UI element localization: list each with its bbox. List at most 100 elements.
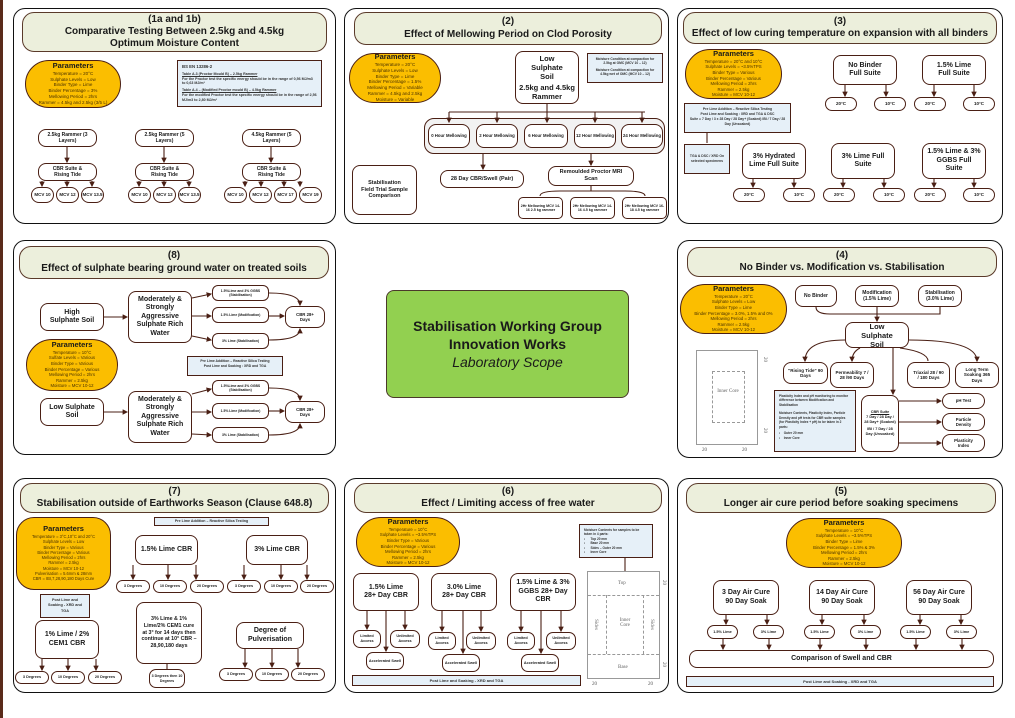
water-group-1-5-lime: 1.5% Lime 28+ Day CBR bbox=[353, 573, 419, 611]
mcv-box: MCV 10 bbox=[128, 187, 151, 203]
panel-5-parameters: Parameters Temperature = 10°C Sulphate L… bbox=[786, 518, 902, 568]
sulphate-rich-water: Moderately & Strongly Aggressive Sulphat… bbox=[128, 391, 192, 443]
cbr-suite-rising-tide: CBR Suite & Rising Tide bbox=[135, 163, 194, 181]
test-long-term-soaking: Long Term Soaking 365 Days bbox=[955, 362, 999, 388]
panel-1-standard-note: BS EN 13286-2 Table A.3 (Proctor Mould B… bbox=[177, 60, 322, 107]
low-sulphate-soil: Low Sulphate Soil bbox=[845, 322, 909, 349]
input-no-binder: No Binder bbox=[795, 285, 837, 307]
accelerated-swell: Accelerated Swell bbox=[521, 654, 559, 672]
cbr-suite: CBR Suite 7 Day / 28 Day / 28 Day+ (Soak… bbox=[861, 395, 899, 452]
dimension-label: 20 bbox=[661, 580, 666, 585]
degree-box: 10 Degrees bbox=[153, 580, 187, 593]
degree-box: 3 Degrees bbox=[15, 671, 49, 684]
treatment-box: 3% Lime (Stabilisation) bbox=[212, 333, 269, 349]
panel-5-footer-note: Post Lime and Soaking - XRD and TGA bbox=[686, 676, 994, 687]
degree-of-pulverisation: Degree of Pulverisation bbox=[236, 622, 304, 649]
dimension-label: 20 bbox=[742, 448, 747, 453]
treatment-box: 1.5%Lime and 3% GGBS (Stabilisation) bbox=[212, 285, 269, 301]
dimension-label: 20 bbox=[592, 682, 597, 687]
suite-1-5-lime-3-ggbs: 1.5% Lime & 3% GGBS Full Suite bbox=[922, 143, 986, 179]
unlimited-access: Unlimited Access bbox=[390, 630, 420, 648]
sample-parts-diagram: Top Base Sides Sides Inner Core bbox=[587, 571, 660, 679]
temp-box: 10°C bbox=[873, 188, 905, 202]
cbr-28-days: CBR 28+ Days bbox=[285, 401, 325, 423]
suite-no-binder: No Binder Full Suite bbox=[833, 55, 897, 85]
mellowing-option: 6 Hour Mellowing bbox=[524, 124, 568, 148]
air-cure-14-day: 14 Day Air Cure 90 Day Soak bbox=[809, 580, 875, 615]
degree-box: 20 Degrees bbox=[300, 580, 334, 593]
temp-box: 20°C bbox=[825, 97, 857, 111]
dimension-label: 20 bbox=[702, 448, 707, 453]
mellowing-option: 2 Hour Mellowing bbox=[476, 124, 518, 148]
mcv-box: MCV 10 bbox=[224, 187, 247, 203]
dimension-label: 20 bbox=[762, 357, 767, 362]
sample-core-diagram: Inner Core bbox=[696, 350, 758, 445]
mri-sample: 2Hr Mellowing MCV 14-16 4.5 kg rammer bbox=[570, 197, 615, 219]
cbr-suite-rising-tide: CBR Suite & Rising Tide bbox=[38, 163, 97, 181]
panel-1-parameters: Parameters Temperature = 20°C Sulphate L… bbox=[25, 60, 121, 108]
input-stabilisation: Stabilisation (3.0% Lime) bbox=[918, 285, 962, 307]
particle-density: Particle Density bbox=[942, 413, 985, 431]
water-group-lime-ggbs: 1.5% Lime & 3% GGBS 28+ Day CBR bbox=[510, 573, 576, 611]
suite-1-5-lime: 1.5% Lime Full Suite bbox=[922, 55, 986, 85]
panel-3-title: (3) Effect of low curing temperature on … bbox=[683, 12, 997, 44]
water-group-3-0-lime: 3.0% Lime 28+ Day CBR bbox=[431, 573, 497, 611]
degree-box: 20 Degrees bbox=[88, 671, 122, 684]
panel-2-title: (2) Effect of Mellowing Period on Clod P… bbox=[354, 12, 662, 45]
field-trial-comparison: Stabilisation Field Trial Sample Compari… bbox=[352, 165, 417, 215]
degree-box: 3 Degrees bbox=[227, 580, 261, 593]
treatment-box: 1.5% Lime (Modification) bbox=[212, 307, 269, 323]
treatment-box: 3% Lime (Stabilisation) bbox=[212, 427, 269, 443]
panel-7-title: (7) Stabilisation outside of Earthworks … bbox=[20, 483, 329, 513]
limited-access: Limited Access bbox=[353, 630, 381, 648]
mri-sample: 2Hr Mellowing MCV 14-16 2.5 kg rammer bbox=[518, 197, 563, 219]
panel-3-tga-note: TGA & DSC / XRD On selected specimens bbox=[684, 144, 730, 174]
mcv-box: MCV 10 bbox=[31, 187, 54, 203]
limited-access: Limited Access bbox=[428, 632, 456, 650]
center-title-block: Stabilisation Working Group Innovation W… bbox=[386, 290, 629, 398]
treatment-box: 1.5% Lime (Modification) bbox=[212, 403, 269, 419]
degree-box: 10 Degrees bbox=[51, 671, 85, 684]
mcv-box: MCV 12 bbox=[153, 187, 176, 203]
lime-1-5-cbr: 1.5% Lime CBR bbox=[135, 535, 198, 565]
panel-4-monitoring-note: Plasticity Index and pH monitoring to mo… bbox=[774, 390, 856, 452]
lime-option: 1.5% Lime bbox=[707, 625, 738, 639]
panel-4-parameters: Parameters Temperature = 20°C Sulphate L… bbox=[680, 284, 787, 334]
air-cure-56-day: 56 Day Air Cure 90 Day Soak bbox=[906, 580, 972, 615]
suite-3-lime: 3% Lime Full Suite bbox=[831, 143, 895, 179]
plasticity-index: Plasticity Index bbox=[942, 434, 985, 452]
dimension-label: 20 bbox=[762, 428, 767, 433]
degree-box: 10 Degrees bbox=[264, 580, 298, 593]
lime-option: 1.5% Lime bbox=[804, 625, 835, 639]
mellowing-option: 24 Hour Mellowing bbox=[621, 124, 663, 148]
ph-test: pH Test bbox=[942, 393, 985, 409]
degree-box: 3 Degrees bbox=[116, 580, 150, 593]
unlimited-access: Unlimited Access bbox=[466, 632, 496, 650]
panel-3-parameters: Parameters Temperature = 20°C and 10°C S… bbox=[685, 49, 782, 99]
comparison-swell-cbr: Comparison of Swell and CBR bbox=[689, 650, 994, 668]
panel-7-parameters: Parameters Temperature = 3°C,10°C and 20… bbox=[16, 517, 111, 590]
degree-box: 20 Degrees bbox=[291, 668, 325, 681]
panel-6-moisture-note: Moisture Contents for samples to be take… bbox=[579, 524, 653, 558]
accelerated-swell: Accelerated Swell bbox=[442, 654, 480, 672]
cbr-swell-pair: 28 Day CBR/Swell (Pair) bbox=[440, 170, 524, 188]
cbr-28-days: CBR 28+ Days bbox=[285, 306, 325, 328]
temp-box: 10°C bbox=[874, 97, 906, 111]
mcv-box: MCV 13.5 bbox=[81, 187, 104, 203]
lime-3-cbr: 3% Lime CBR bbox=[246, 535, 308, 565]
accelerated-swell: Accelerated Swell bbox=[366, 652, 404, 670]
lime-option: 1.5% Lime bbox=[900, 625, 931, 639]
temp-box: 10°C bbox=[783, 188, 815, 202]
panel-5-title: (5) Longer air cure period before soakin… bbox=[686, 483, 996, 513]
test-permeability: Permeability 7 / 28 /90 Days bbox=[830, 362, 874, 388]
rammer-2-5kg-5-layers: 2.5kg Rammer (5 Layers) bbox=[135, 129, 194, 147]
cbr-suite-rising-tide: CBR Suite & Rising Tide bbox=[242, 163, 301, 181]
degree-box-3-then-10: 3 Degrees then 10 Degrees bbox=[149, 669, 185, 688]
degree-box: 20 Degrees bbox=[190, 580, 224, 593]
temp-box: 10°C bbox=[963, 188, 995, 202]
panel-7-post-lime-note: Post Lime and Soaking - XRD and TGA bbox=[40, 594, 90, 618]
mcv-box: MCV 17 bbox=[274, 187, 297, 203]
remoulded-proctor-mri: Remoulded Proctor MRI Scan bbox=[548, 166, 634, 186]
panel-6-footer-note: Post Lime and Soaking - XRD and TGA bbox=[352, 675, 581, 686]
test-rising-tide: "Rising Tide" 90 Days bbox=[783, 362, 828, 384]
